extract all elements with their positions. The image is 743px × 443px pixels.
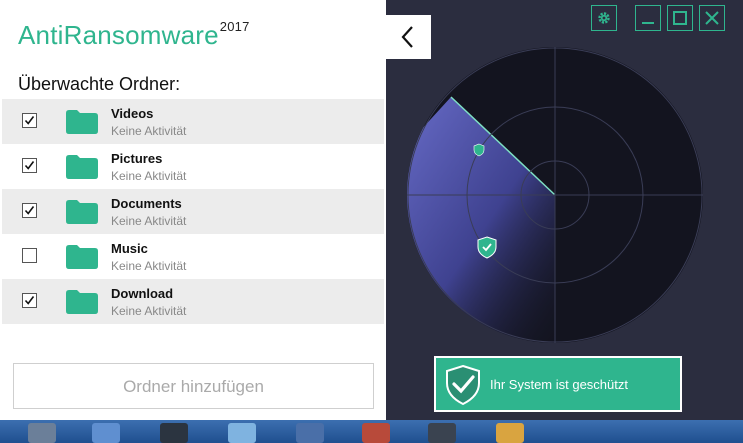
check-icon [24,161,35,170]
folder-checkbox[interactable] [22,248,37,263]
taskbar-app-icon[interactable] [496,423,524,443]
folder-name: Music [111,241,148,256]
folder-checkbox[interactable] [22,203,37,218]
shield-check-icon [446,365,480,405]
folder-checkbox[interactable] [22,158,37,173]
settings-button[interactable] [591,5,617,31]
taskbar [0,420,743,443]
folder-status: Keine Aktivität [111,259,187,273]
taskbar-app-icon[interactable] [228,423,256,443]
folder-name: Download [111,286,174,301]
check-icon [24,206,35,215]
folder-status: Keine Aktivität [111,214,187,228]
app-name: AntiRansomware [18,20,219,50]
folder-icon [66,290,98,314]
taskbar-app-icon[interactable] [296,423,324,443]
folder-row-music[interactable]: Music Keine Aktivität [2,234,384,279]
folder-status: Keine Aktivität [111,304,187,318]
add-folder-button[interactable]: Ordner hinzufügen [13,363,374,409]
gear-icon [598,12,610,24]
taskbar-app-icon[interactable] [28,423,56,443]
check-icon [24,296,35,305]
folder-name: Videos [111,106,154,121]
minimize-icon [642,22,654,24]
taskbar-app-icon[interactable] [92,423,120,443]
system-protected-status-button[interactable]: Ihr System ist geschützt [434,356,682,412]
status-text: Ihr System ist geschützt [490,377,628,392]
folder-row-pictures[interactable]: Pictures Keine Aktivität [2,144,384,189]
app-year: 2017 [219,19,250,35]
folder-checkbox[interactable] [22,293,37,308]
folder-icon [66,245,98,269]
maximize-icon [673,11,687,25]
folder-name: Pictures [111,151,163,166]
taskbar-app-icon[interactable] [362,423,390,443]
folder-icon [66,110,98,134]
minimize-button[interactable] [635,5,661,31]
chevron-left-icon [401,26,413,48]
folder-row-download[interactable]: Download Keine Aktivität [2,279,384,324]
check-icon [24,116,35,125]
monitored-folders-panel: AntiRansomware2017 Überwachte Ordner: Vi… [0,0,386,420]
folder-icon [66,200,98,224]
taskbar-app-icon[interactable] [160,423,188,443]
maximize-button[interactable] [667,5,693,31]
folder-icon [66,155,98,179]
folder-status: Keine Aktivität [111,124,187,138]
folder-row-documents[interactable]: Documents Keine Aktivität [2,189,384,234]
folder-status: Keine Aktivität [111,169,187,183]
radar-blip-small [473,143,485,157]
app-logo: AntiRansomware2017 [18,19,250,51]
close-icon [705,11,719,25]
section-title: Überwachte Ordner: [18,74,181,94]
folder-checkbox[interactable] [22,113,37,128]
folder-row-videos[interactable]: Videos Keine Aktivität [2,99,384,144]
folder-name: Documents [111,196,182,211]
radar-display [407,47,703,343]
taskbar-app-icon[interactable] [428,423,456,443]
close-button[interactable] [699,5,725,31]
folder-list: Videos Keine Aktivität Pictures Keine Ak… [2,99,384,324]
